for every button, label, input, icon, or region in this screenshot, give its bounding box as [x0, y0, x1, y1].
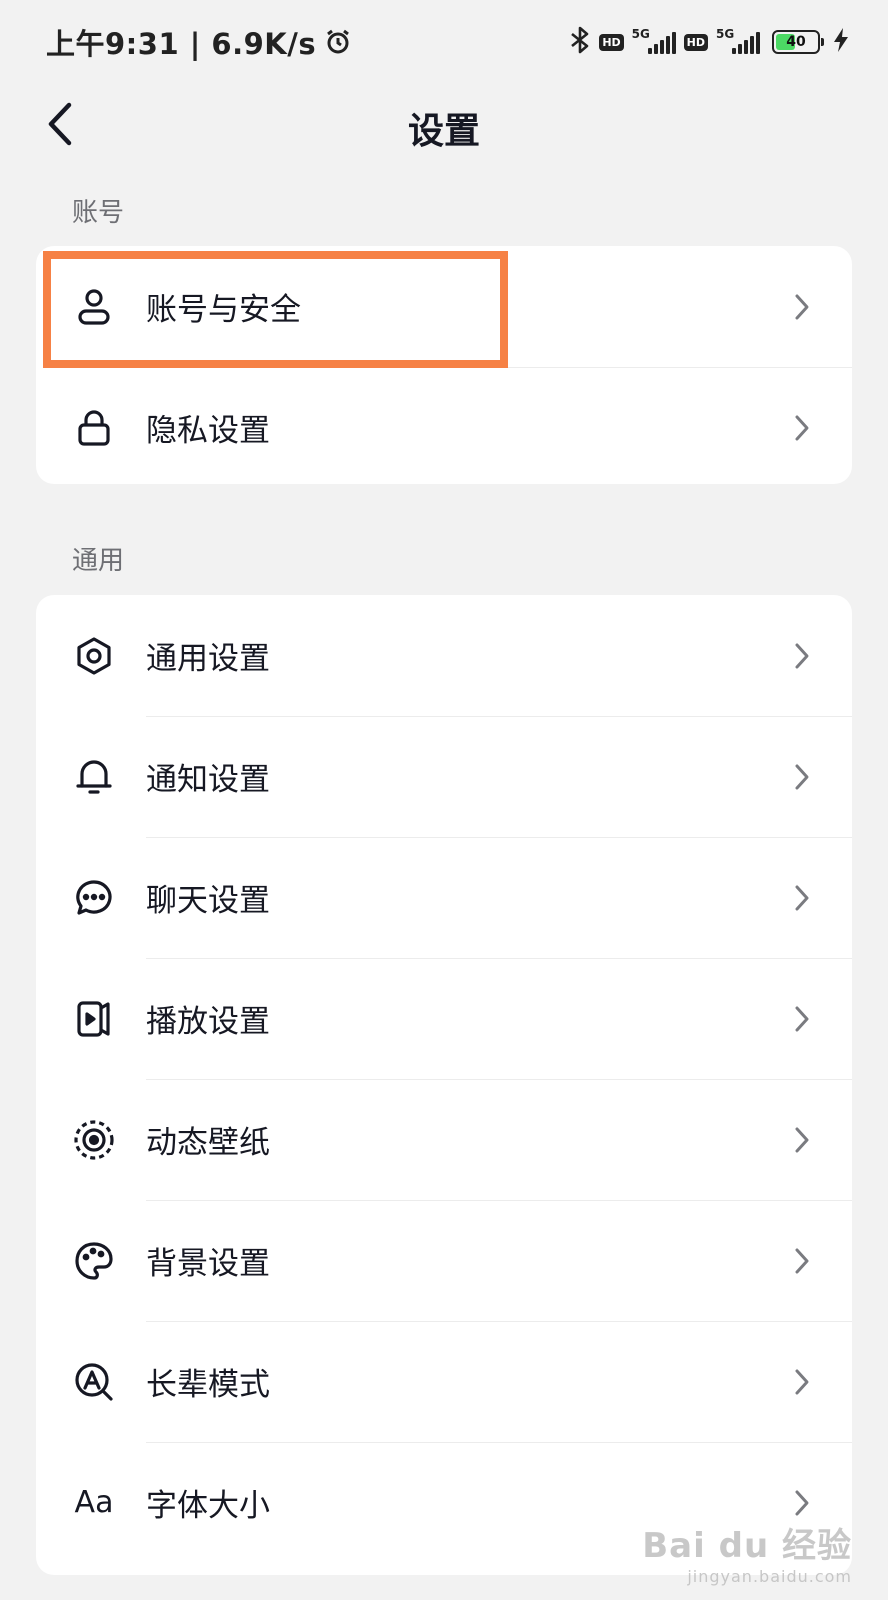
- battery-level: 40: [786, 34, 806, 50]
- row-label: 通用设置: [146, 641, 270, 677]
- wallpaper-icon: [72, 1118, 116, 1162]
- nav-bar: 设置: [0, 84, 888, 168]
- chevron-right-icon: [792, 1247, 812, 1275]
- chevron-right-icon: [792, 763, 812, 791]
- chevron-right-icon: [792, 1126, 812, 1154]
- account-card: 账号与安全 隐私设置: [36, 246, 852, 484]
- watermark-sub: jingyan.baidu.com: [687, 1567, 852, 1586]
- row-label: 字体大小: [146, 1488, 270, 1524]
- settings-row-account-security[interactable]: 账号与安全: [36, 246, 852, 367]
- status-time: 上午9:31 | 6.9K/s: [46, 27, 317, 61]
- status-left: 上午9:31 | 6.9K/s: [46, 22, 352, 62]
- row-label: 账号与安全: [146, 292, 301, 328]
- settings-row-privacy[interactable]: 隐私设置: [36, 367, 852, 484]
- watermark-main: Bai du 经验: [642, 1526, 852, 1566]
- row-label: 聊天设置: [146, 883, 270, 919]
- section-label-general: 通用: [72, 546, 125, 576]
- font-size-icon-text: Aa: [74, 1485, 114, 1520]
- chevron-right-icon: [792, 1005, 812, 1033]
- section-label-account: 账号: [72, 198, 125, 228]
- elder-mode-icon: [72, 1360, 116, 1404]
- chevron-right-icon: [792, 1368, 812, 1396]
- row-label: 通知设置: [146, 762, 270, 798]
- play-icon: [72, 997, 116, 1041]
- settings-row-wallpaper[interactable]: 动态壁纸: [36, 1079, 852, 1200]
- palette-icon: [72, 1239, 116, 1283]
- page-title: 设置: [407, 111, 480, 152]
- row-label: 背景设置: [146, 1246, 270, 1282]
- font-size-icon: Aa: [72, 1481, 116, 1525]
- watermark: Bai du 经验 jingyan.baidu.com: [642, 1518, 852, 1586]
- chevron-right-icon: [792, 884, 812, 912]
- status-bar: 上午9:31 | 6.9K/s HD 5G HD 5G 40: [0, 0, 888, 84]
- row-label: 播放设置: [146, 1004, 270, 1040]
- chat-bubble-icon: [72, 876, 116, 920]
- hd-badge: HD: [599, 33, 624, 51]
- settings-row-chat[interactable]: 聊天设置: [36, 837, 852, 958]
- settings-row-notification[interactable]: 通知设置: [36, 716, 852, 837]
- chevron-right-icon: [792, 1489, 812, 1517]
- row-label: 长辈模式: [146, 1367, 270, 1403]
- user-icon: [72, 285, 116, 329]
- general-card: 通用设置 通知设置 聊天设置 播放设置 动态壁纸 背景设置 长辈模式 Aa 字体…: [36, 595, 852, 1575]
- hd-badge-2: HD: [683, 33, 708, 51]
- settings-row-background[interactable]: 背景设置: [36, 1200, 852, 1321]
- lock-icon: [72, 406, 116, 450]
- bell-icon: [72, 755, 116, 799]
- signal-icon: 5G: [632, 27, 676, 57]
- settings-row-elder-mode[interactable]: 长辈模式: [36, 1321, 852, 1442]
- bluetooth-icon: [569, 25, 591, 59]
- row-label: 隐私设置: [146, 413, 270, 449]
- settings-row-playback[interactable]: 播放设置: [36, 958, 852, 1079]
- signal-icon-2: 5G: [716, 27, 760, 57]
- chevron-right-icon: [792, 414, 812, 442]
- chevron-right-icon: [792, 293, 812, 321]
- battery-icon: 40: [772, 30, 824, 54]
- row-label: 动态壁纸: [146, 1125, 270, 1161]
- alarm-icon: [324, 28, 352, 56]
- settings-row-general[interactable]: 通用设置: [36, 595, 852, 716]
- chevron-right-icon: [792, 642, 812, 670]
- charging-icon: [834, 28, 848, 56]
- status-right: HD 5G HD 5G 40: [569, 24, 848, 60]
- gear-icon: [72, 634, 116, 678]
